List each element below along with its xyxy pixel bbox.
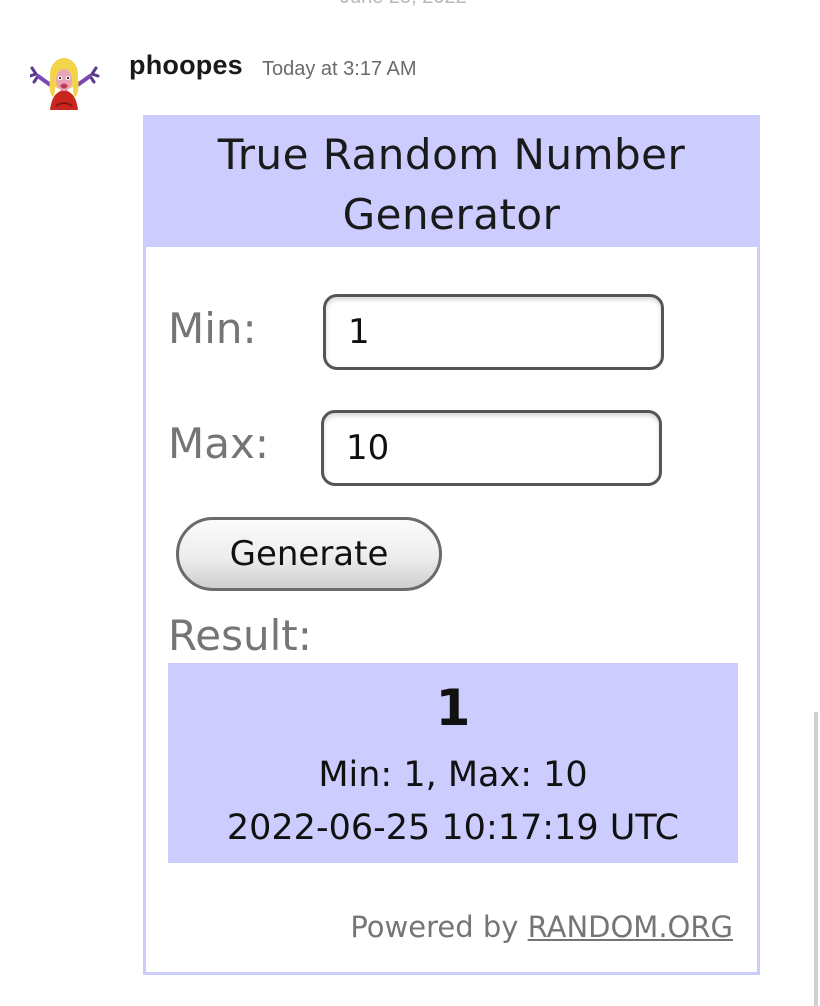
max-label: Max:	[168, 419, 269, 468]
min-label: Min:	[168, 304, 257, 353]
max-input[interactable]: 10	[321, 410, 662, 486]
user-avatar[interactable]	[30, 56, 100, 112]
chat-page: June 25, 2022 phoopes Today at 3:17 AM T…	[0, 0, 820, 1006]
message-timestamp: Today at 3:17 AM	[262, 58, 417, 80]
random-number-widget: True Random Number Generator Min: 1 Max:…	[143, 115, 760, 975]
generate-button[interactable]: Generate	[176, 517, 442, 591]
result-label: Result:	[168, 611, 312, 660]
result-timestamp: 2022-06-25 10:17:19 UTC	[226, 808, 680, 848]
date-divider: June 25, 2022	[340, 0, 467, 9]
result-number: 1	[435, 679, 471, 737]
powered-by: Powered by RANDOM.ORG	[350, 910, 733, 944]
widget-header: True Random Number Generator	[146, 118, 757, 247]
result-box: 1 Min: 1, Max: 10 2022-06-25 10:17:19 UT…	[168, 663, 738, 863]
scrollbar[interactable]	[814, 712, 818, 1006]
avatar-figure-icon	[30, 58, 100, 110]
random-org-link[interactable]: RANDOM.ORG	[528, 910, 733, 944]
widget-title: True Random Number Generator	[217, 129, 686, 239]
result-range: Min: 1, Max: 10	[318, 755, 588, 795]
powered-by-text: Powered by	[350, 910, 519, 944]
min-input[interactable]: 1	[323, 294, 664, 370]
username[interactable]: phoopes	[129, 50, 243, 81]
